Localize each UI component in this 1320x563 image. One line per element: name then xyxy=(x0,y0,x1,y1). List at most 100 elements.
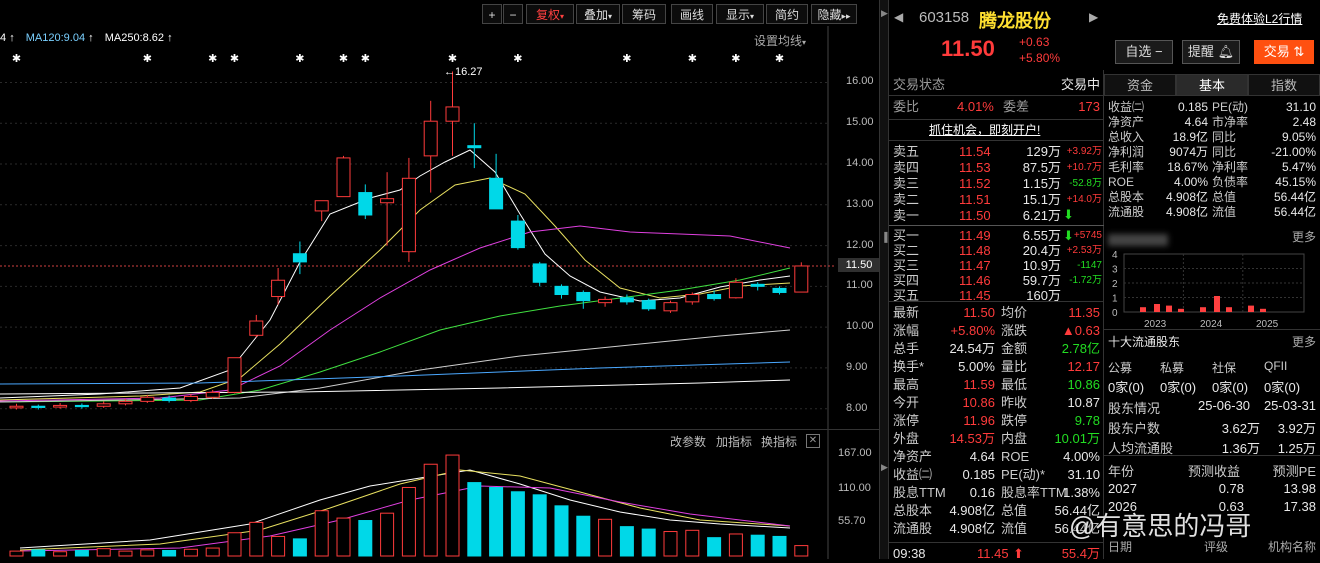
more-link[interactable]: 更多 xyxy=(1292,228,1316,245)
candles: ✱ ✱ ✱ ✱ ✱ ✱ ✱ ✱ ✱ ✱ ✱ ✱ ✱ xyxy=(9,52,809,410)
quote-stat-row: 总手 24.54万 金额 2.78亿 xyxy=(889,340,1104,358)
candle xyxy=(227,357,242,394)
add-watchlist-button[interactable]: 自选 − xyxy=(1115,40,1173,64)
ask-delta: +10.7万 xyxy=(1066,162,1102,173)
stat-value: 11.59 xyxy=(963,377,995,392)
chevron-right-icon: ▶ xyxy=(881,462,888,472)
holders-more-link[interactable]: 更多 xyxy=(1292,333,1316,351)
prev-stock-icon[interactable]: ◀ xyxy=(894,10,903,24)
trade-status-row: 交易状态 交易中 xyxy=(889,76,1104,94)
stat-value: +5.80% xyxy=(950,323,995,338)
free-l2-link[interactable]: 免费体验L2行情 xyxy=(1217,10,1302,27)
stat-label: ROE xyxy=(1001,449,1030,464)
fund-value: 4.908亿 xyxy=(1165,205,1208,219)
candle xyxy=(576,290,591,309)
tab-zijin[interactable]: 资金 xyxy=(1104,74,1176,96)
tick-volume: 55.4万 xyxy=(1061,546,1100,561)
ask-volume: 15.1万 xyxy=(1022,192,1061,207)
change-params-button[interactable]: 改参数 xyxy=(670,433,706,450)
fund-value: 0.185 xyxy=(1177,100,1208,114)
holder-date-2: 25-03-31 xyxy=(1263,398,1316,413)
stat-label: 收益㈡ xyxy=(893,467,933,482)
volume-bar xyxy=(162,549,177,557)
fund-label: 总收入 xyxy=(1108,130,1145,144)
next-stock-icon[interactable]: ▶ xyxy=(1089,10,1098,24)
stat-label: 今开 xyxy=(893,395,920,410)
stat-value: 4.00% xyxy=(1063,449,1100,464)
bid-delta: -1.72万 xyxy=(1069,275,1102,286)
trade-button[interactable]: 交易 ⇅ xyxy=(1254,40,1314,64)
watchlist-label: 自选 xyxy=(1125,44,1152,59)
quote-stat-row: 涨幅 +5.80% 涨跌 ▲0.63 xyxy=(889,322,1104,340)
forecast-eps: 0.78 xyxy=(1218,481,1244,496)
event-marker: ✱ xyxy=(12,52,21,65)
stat-value: 4.64 xyxy=(969,449,995,464)
minus-icon: − xyxy=(1155,44,1163,59)
kline-chart[interactable]: ✱ ✱ ✱ ✱ ✱ ✱ ✱ ✱ ✱ ✱ ✱ ✱ ✱ xyxy=(0,0,885,559)
volume-tick-label: 167.00 xyxy=(838,446,872,459)
quote-stat-row: 股息TTM 0.16 股息率TTM 1.38% xyxy=(889,484,1104,502)
swap-arrows-icon: ⇅ xyxy=(1293,44,1305,59)
volume-bar xyxy=(314,510,329,557)
ask-volume: 1.15万 xyxy=(1022,176,1061,191)
stat-label: 股息TTM xyxy=(893,485,946,500)
stat-label: 总股本 xyxy=(893,503,933,518)
candle xyxy=(510,214,525,250)
candle-body xyxy=(532,263,547,283)
candle-body xyxy=(707,294,722,300)
bid-delta: +2.53万 xyxy=(1066,245,1102,256)
switch-indicator-button[interactable]: 换指标 xyxy=(761,433,797,450)
event-marker: ✱ xyxy=(230,52,239,65)
bid-level-row: 买四 11.46 59.7万 -1.72万 xyxy=(889,273,1104,288)
fund-label: 流通股 xyxy=(1108,205,1145,219)
volume-bar xyxy=(271,535,286,557)
event-marker: ✱ xyxy=(513,52,522,65)
volume-bar xyxy=(663,531,678,557)
volume-bar xyxy=(249,521,264,557)
candle-body xyxy=(423,120,438,157)
candle-body xyxy=(576,291,591,302)
watermark: @有意思的冯哥 xyxy=(1069,511,1252,541)
close-icon[interactable]: ✕ xyxy=(806,434,820,448)
candle-body xyxy=(794,265,809,293)
forecast-footer-org: 机构名称 xyxy=(1267,540,1316,554)
volume-bar xyxy=(401,486,416,557)
fund-label: 净利率 xyxy=(1212,160,1249,174)
stat-value: 0.185 xyxy=(962,467,995,482)
price-tick-label: 9.00 xyxy=(846,360,868,373)
stat-label: 外盘 xyxy=(893,431,920,446)
holder-type-label: 私募 xyxy=(1160,361,1185,375)
current-price-tag: 11.50 xyxy=(838,258,880,272)
ma250-line xyxy=(0,379,791,395)
candle-body xyxy=(271,279,286,298)
bid-price: 11.49 xyxy=(959,228,991,243)
holder-type-label: 公募 xyxy=(1108,361,1133,375)
candle-body xyxy=(728,281,743,299)
ask-delta: +3.92万 xyxy=(1066,146,1102,157)
tab-zhishu[interactable]: 指数 xyxy=(1248,74,1320,96)
stat-label: 涨幅 xyxy=(893,323,920,338)
fund-label: 市净率 xyxy=(1212,115,1249,129)
candle-body xyxy=(598,298,613,304)
kline-chart-area[interactable]: + − 复权▾ 叠加▾ 筹码 画线 显示▾ 简约 隐藏▸▸ 4 ↑ MA120:… xyxy=(0,0,885,559)
alert-button[interactable]: 提醒 🔔︎ xyxy=(1182,40,1240,64)
stat-value: 9.78 xyxy=(1074,413,1100,428)
bid-price: 11.48 xyxy=(959,243,991,258)
down-arrow-icon: ⬇ xyxy=(1063,228,1074,243)
forecast-pe: 17.38 xyxy=(1283,499,1316,514)
panel-splitter[interactable]: ▶ ▐ ▶ xyxy=(879,0,889,559)
quote-stat-row: 外盘 14.53万 内盘 10.01万 xyxy=(889,430,1104,448)
add-indicator-button[interactable]: 加指标 xyxy=(716,433,752,450)
open-account-banner[interactable]: 抓住机会，即刻开户! xyxy=(929,121,1040,138)
stat-value: 5.00% xyxy=(958,359,995,374)
tab-jiben[interactable]: 基本 xyxy=(1176,74,1248,96)
ma60-line xyxy=(0,267,791,403)
fundamental-row: 总收入 18.9亿 同比 9.05% xyxy=(1104,130,1320,145)
event-marker: ✱ xyxy=(622,52,631,65)
ask-volume: 87.5万 xyxy=(1022,160,1061,175)
candle xyxy=(314,200,329,222)
fundamental-row: 总股本 4.908亿 总值 56.44亿 xyxy=(1104,190,1320,205)
candle xyxy=(554,284,569,299)
weicha-label: 委差 xyxy=(1003,99,1030,114)
price-tick-label: 8.00 xyxy=(846,401,868,414)
